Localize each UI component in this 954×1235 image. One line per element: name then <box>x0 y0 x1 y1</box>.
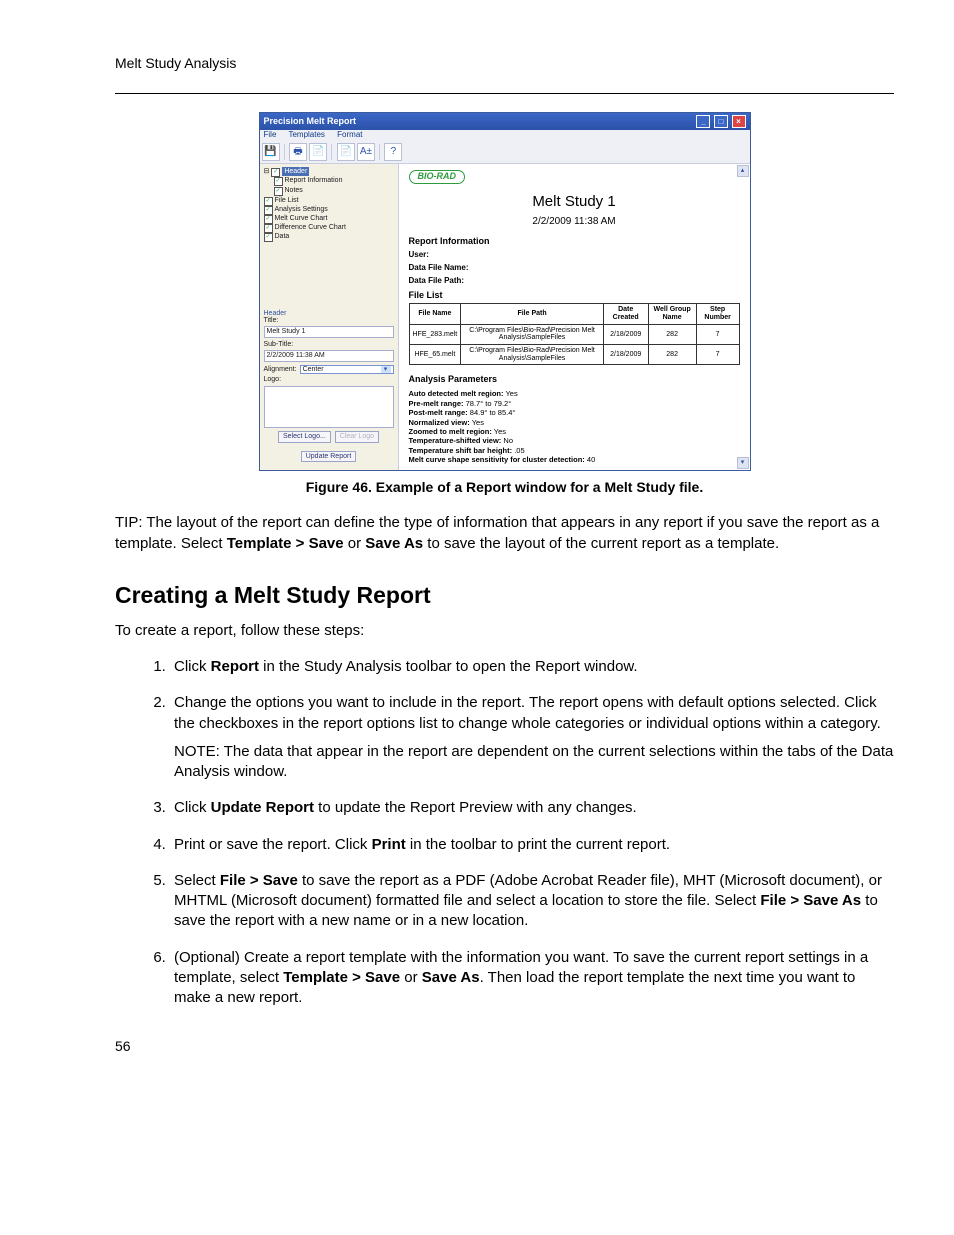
page-setup-icon[interactable]: 📄 <box>309 143 327 161</box>
chevron-down-icon: ▾ <box>381 366 391 374</box>
logo-preview <box>264 386 394 428</box>
report-datetime: 2/2/2009 11:38 AM <box>409 216 740 227</box>
font-size-icon[interactable]: A± <box>357 143 375 161</box>
update-report-button[interactable]: Update Report <box>301 451 357 463</box>
checkbox-icon[interactable]: ✓ <box>264 206 273 215</box>
file-list-heading: File List <box>409 291 740 301</box>
options-tree: ⊟ ✓Header ✓Report Information ✓Notes ✓Fi… <box>264 167 394 242</box>
step-2-note: NOTE: The data that appear in the report… <box>174 742 894 783</box>
col-date-created: Date Created <box>603 304 648 324</box>
toolbar: 💾 🖶 📄 📄 A± ? <box>260 141 750 164</box>
report-info-heading: Report Information <box>409 237 740 247</box>
report-window-screenshot: Precision Melt Report _ □ × File Templat… <box>259 112 751 471</box>
step-4: Print or save the report. Click Print in… <box>170 835 894 855</box>
close-icon[interactable]: × <box>732 115 746 128</box>
file-list-table: File Name File Path Date Created Well Gr… <box>409 303 740 365</box>
subtitle-label: Sub-Title: <box>264 341 394 349</box>
col-file-name: File Name <box>409 304 461 324</box>
step-6: (Optional) Create a report template with… <box>170 948 894 1009</box>
checkbox-icon[interactable]: ✓ <box>264 215 273 224</box>
scroll-up-icon[interactable]: ▴ <box>737 165 749 177</box>
analysis-params-heading: Analysis Parameters <box>409 375 740 385</box>
step-5: Select File > Save to save the report as… <box>170 871 894 932</box>
subtitle-input[interactable]: 2/2/2009 11:38 AM <box>264 350 394 362</box>
header-rule <box>115 93 894 94</box>
minimize-icon[interactable]: _ <box>696 115 710 128</box>
table-row: HFE_65.melt C:\Program Files\Bio-Rad\Pre… <box>409 345 739 365</box>
checkbox-icon[interactable]: ✓ <box>264 224 273 233</box>
tree-item[interactable]: Report Information <box>285 177 343 184</box>
biorad-logo: BIO-RAD <box>409 170 466 184</box>
checkbox-icon[interactable]: ✓ <box>264 197 273 206</box>
page-layout-icon[interactable]: 📄 <box>337 143 355 161</box>
tree-item[interactable]: Difference Curve Chart <box>275 224 346 231</box>
col-well-group: Well Group Name <box>648 304 696 324</box>
col-file-path: File Path <box>461 304 604 324</box>
header-section-label: Header <box>264 310 394 318</box>
title-label: Title: <box>264 317 394 325</box>
checkbox-icon[interactable]: ✓ <box>271 168 280 177</box>
tree-item[interactable]: Analysis Settings <box>275 206 328 213</box>
tree-root-header[interactable]: Header <box>282 167 309 177</box>
step-1: Click Report in the Study Analysis toolb… <box>170 657 894 677</box>
intro-line: To create a report, follow these steps: <box>115 621 894 641</box>
tree-item[interactable]: Data <box>275 233 290 240</box>
tree-item[interactable]: Melt Curve Chart <box>275 215 328 222</box>
steps-list: Click Report in the Study Analysis toolb… <box>115 657 894 1008</box>
step-2: Change the options you want to include i… <box>170 693 894 782</box>
select-logo-button[interactable]: Select Logo... <box>278 431 331 443</box>
page-number: 56 <box>115 1038 894 1054</box>
title-input[interactable]: Melt Study 1 <box>264 326 394 338</box>
tree-item[interactable]: File List <box>275 197 299 204</box>
save-icon[interactable]: 💾 <box>262 143 280 161</box>
data-file-path-line: Data File Path: <box>409 277 740 286</box>
menubar: File Templates Format <box>260 130 750 141</box>
table-row: HFE_283.melt C:\Program Files\Bio-Rad\Pr… <box>409 324 739 344</box>
alignment-label: Alignment: <box>264 366 297 374</box>
clear-logo-button[interactable]: Clear Logo <box>335 431 379 443</box>
analysis-params-list: Auto detected melt region: Yes Pre-melt … <box>409 389 740 464</box>
window-controls: _ □ × <box>695 115 745 128</box>
checkbox-icon[interactable]: ✓ <box>274 177 283 186</box>
section-heading: Creating a Melt Study Report <box>115 582 894 609</box>
checkbox-icon[interactable]: ✓ <box>264 233 273 242</box>
menu-format[interactable]: Format <box>337 130 362 139</box>
figure-caption: Figure 46. Example of a Report window fo… <box>115 479 894 495</box>
print-icon[interactable]: 🖶 <box>289 143 307 161</box>
window-title: Precision Melt Report <box>264 117 357 127</box>
scroll-down-icon[interactable]: ▾ <box>737 457 749 469</box>
data-file-name-line: Data File Name: <box>409 264 740 273</box>
checkbox-icon[interactable]: ✓ <box>274 187 283 196</box>
window-titlebar: Precision Melt Report _ □ × <box>260 113 750 130</box>
help-icon[interactable]: ? <box>384 143 402 161</box>
tree-item[interactable]: Notes <box>285 187 303 194</box>
user-line: User: <box>409 251 740 260</box>
menu-templates[interactable]: Templates <box>288 130 324 139</box>
running-header: Melt Study Analysis <box>115 55 894 71</box>
menu-file[interactable]: File <box>264 130 277 139</box>
report-title: Melt Study 1 <box>409 194 740 211</box>
maximize-icon[interactable]: □ <box>714 115 728 128</box>
report-preview: ▴ BIO-RAD Melt Study 1 2/2/2009 11:38 AM… <box>399 164 750 471</box>
logo-label: Logo: <box>264 376 394 384</box>
tip-paragraph: TIP: The layout of the report can define… <box>115 513 894 554</box>
col-step-number: Step Number <box>696 304 739 324</box>
step-3: Click Update Report to update the Report… <box>170 798 894 818</box>
report-options-sidebar: ⊟ ✓Header ✓Report Information ✓Notes ✓Fi… <box>260 164 399 471</box>
alignment-select[interactable]: Center ▾ <box>300 365 394 375</box>
